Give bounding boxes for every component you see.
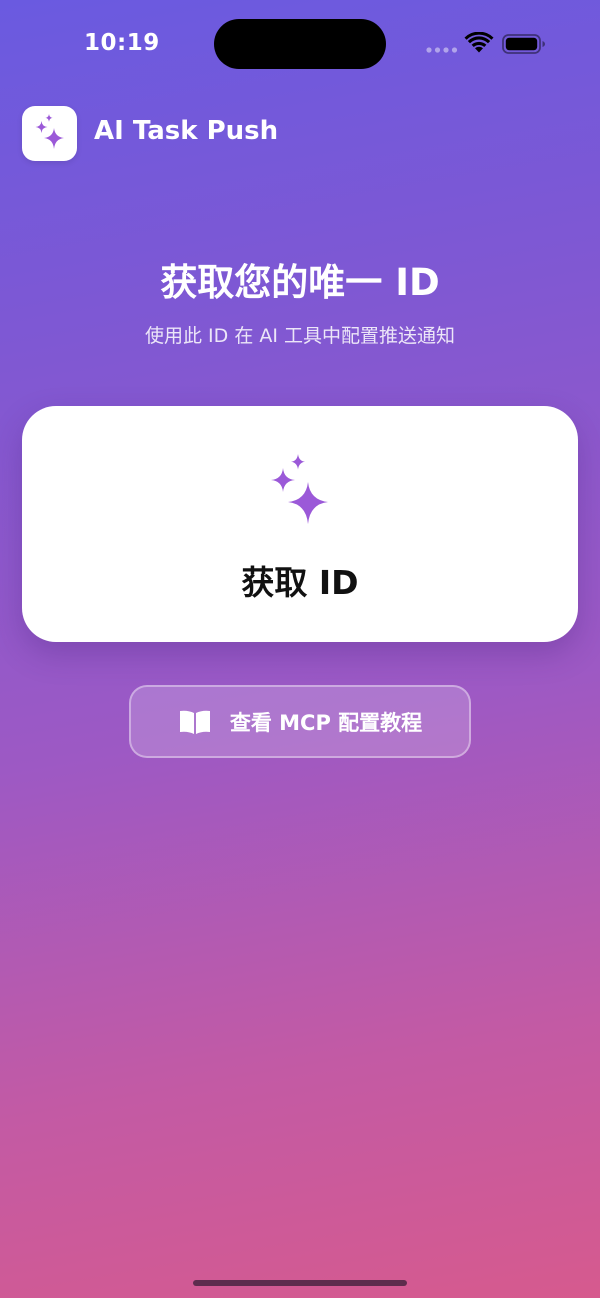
status-time: 10:19 (84, 30, 160, 56)
sparkles-icon (35, 113, 64, 149)
app-title: AI Task Push (94, 116, 279, 146)
page-title: 获取您的唯一 ID (160, 261, 440, 304)
book-icon (179, 710, 210, 734)
sparkles-icon (271, 454, 328, 524)
home-indicator[interactable] (193, 1280, 407, 1286)
mcp-tutorial-label: 查看 MCP 配置教程 (229, 710, 423, 735)
battery-icon (502, 34, 545, 54)
app-icon (22, 106, 77, 161)
wifi-icon (464, 32, 494, 53)
dynamic-island (214, 19, 386, 69)
get-id-button[interactable]: 获取 ID (22, 406, 578, 642)
cellular-signal-icon (426, 47, 458, 53)
status-bar: 10:19 (0, 0, 600, 90)
page-subtitle: 使用此 ID 在 AI 工具中配置推送通知 (145, 325, 455, 347)
mcp-tutorial-button[interactable]: 查看 MCP 配置教程 (129, 685, 471, 758)
get-id-label: 获取 ID (241, 563, 359, 602)
